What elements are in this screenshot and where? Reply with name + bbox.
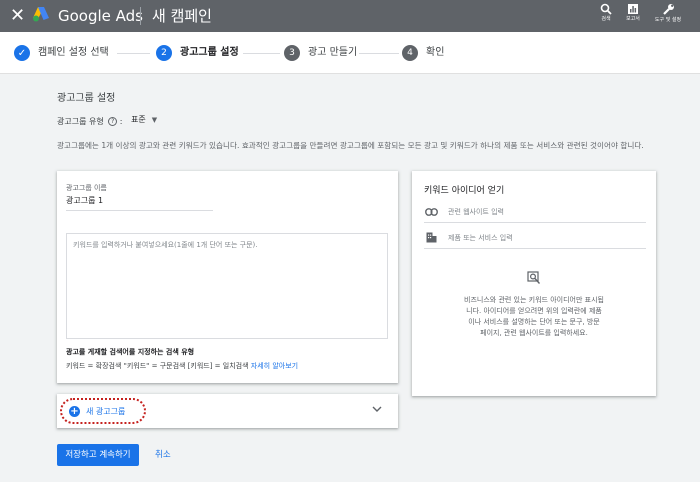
keyword-ideas-empty-text: 비즈니스와 관련 있는 키워드 아이디어만 표시됩니다. 아이디어를 얻으려면 … (464, 296, 604, 337)
step-review[interactable]: 4 확인 (402, 45, 444, 61)
add-icon: + (69, 405, 80, 417)
keyword-ideas-card: 키워드 아이디어 얻기 관련 웹사이트 입력 제품 또는 서비스 입력 비즈니스… (412, 171, 656, 396)
building-icon (424, 232, 438, 243)
keyword-ideas-title: 키워드 아이디어 얻기 (424, 186, 505, 196)
page-title: 새 캠페인 (152, 7, 212, 25)
title-divider (140, 7, 141, 25)
tools-settings-label: 도구 및 설정 (654, 17, 682, 23)
chevron-down-icon[interactable] (372, 405, 382, 413)
learn-more-link[interactable]: 자세히 알아보기 (251, 362, 298, 370)
link-icon (424, 207, 438, 216)
ad-group-type-text: 광고그룹 유형 (57, 117, 104, 126)
cancel-button[interactable]: 취소 (155, 444, 171, 466)
website-placeholder: 관련 웹사이트 입력 (448, 207, 504, 216)
wrench-icon (662, 4, 674, 15)
step-label: 캠페인 설정 선택 (38, 47, 109, 58)
top-app-bar: ✕ Google Ads 새 캠페인 검색 보고서 도구 및 설정 (0, 0, 700, 32)
section-title: 광고그룹 설정 (57, 93, 116, 104)
add-ad-group-label: 새 광고그룹 (86, 406, 126, 416)
reports-icon (628, 4, 638, 14)
step-campaign-settings[interactable]: ✓ 캠페인 설정 선택 (14, 45, 109, 61)
step-label: 확인 (426, 47, 445, 58)
step-create-ads[interactable]: 3 광고 만들기 (284, 45, 357, 61)
add-ad-group-button[interactable]: + 새 광고그룹 (60, 398, 146, 424)
reports-button[interactable]: 보고서 (621, 3, 645, 23)
search-button[interactable]: 검색 (596, 3, 616, 23)
close-icon[interactable]: ✕ (10, 6, 25, 26)
product-input[interactable]: 제품 또는 서비스 입력 (424, 227, 646, 249)
step-connector (359, 53, 399, 54)
step-number: 3 (284, 45, 300, 61)
ad-group-card: 광고그룹 이름 광고그룹 1 키워드를 입력하거나 붙여넣으세요(1줄에 1개 … (57, 171, 398, 383)
ad-group-type-label: 광고그룹 유형 ? : (57, 117, 123, 126)
ad-group-type-value: 표준 (131, 115, 146, 124)
campaign-stepper: ✓ 캠페인 설정 선택 2 광고그룹 설정 3 광고 만들기 4 확인 (0, 32, 700, 74)
google-ads-logo (33, 7, 49, 22)
brand-name: Google Ads (58, 7, 143, 25)
ad-group-name-label: 광고그룹 이름 (66, 184, 107, 192)
match-types-title: 광고를 게재할 검색어를 지정하는 검색 유형 (66, 348, 195, 356)
help-icon[interactable]: ? (108, 117, 118, 126)
search-label: 검색 (601, 16, 611, 22)
dropdown-caret-icon: ▼ (151, 115, 158, 124)
step-ad-group-settings[interactable]: 2 광고그룹 설정 (156, 45, 239, 61)
step-connector (243, 53, 280, 54)
step-label: 광고 만들기 (308, 47, 358, 58)
keywords-textarea[interactable]: 키워드를 입력하거나 붙여넣으세요(1줄에 1개 단어 또는 구문). (66, 233, 388, 339)
ad-group-type-select[interactable]: 표준 ▼ (131, 114, 157, 125)
step-number: 2 (156, 45, 172, 61)
website-input[interactable]: 관련 웹사이트 입력 (424, 201, 646, 223)
step-label: 광고그룹 설정 (180, 47, 239, 58)
keyword-search-icon (527, 271, 541, 284)
match-types-text: 키워드 = 확장검색 "키워드" = 구문검색 [키워드] = 일치검색 (66, 362, 249, 370)
match-types-info: 키워드 = 확장검색 "키워드" = 구문검색 [키워드] = 일치검색 자세히… (66, 361, 298, 371)
ad-group-name-input[interactable]: 광고그룹 1 (66, 195, 213, 211)
reports-label: 보고서 (626, 16, 640, 22)
step-connector (117, 53, 150, 54)
check-icon: ✓ (14, 45, 30, 61)
add-ad-group-row: + 새 광고그룹 (57, 394, 398, 428)
save-continue-button[interactable]: 저장하고 계속하기 (57, 444, 139, 466)
search-icon (600, 3, 612, 15)
product-placeholder: 제품 또는 서비스 입력 (448, 233, 513, 242)
tools-settings-button[interactable]: 도구 및 설정 (648, 3, 688, 24)
section-description: 광고그룹에는 1개 이상의 광고와 관련 키워드가 있습니다. 효과적인 광고그… (57, 141, 644, 150)
step-number: 4 (402, 45, 418, 61)
